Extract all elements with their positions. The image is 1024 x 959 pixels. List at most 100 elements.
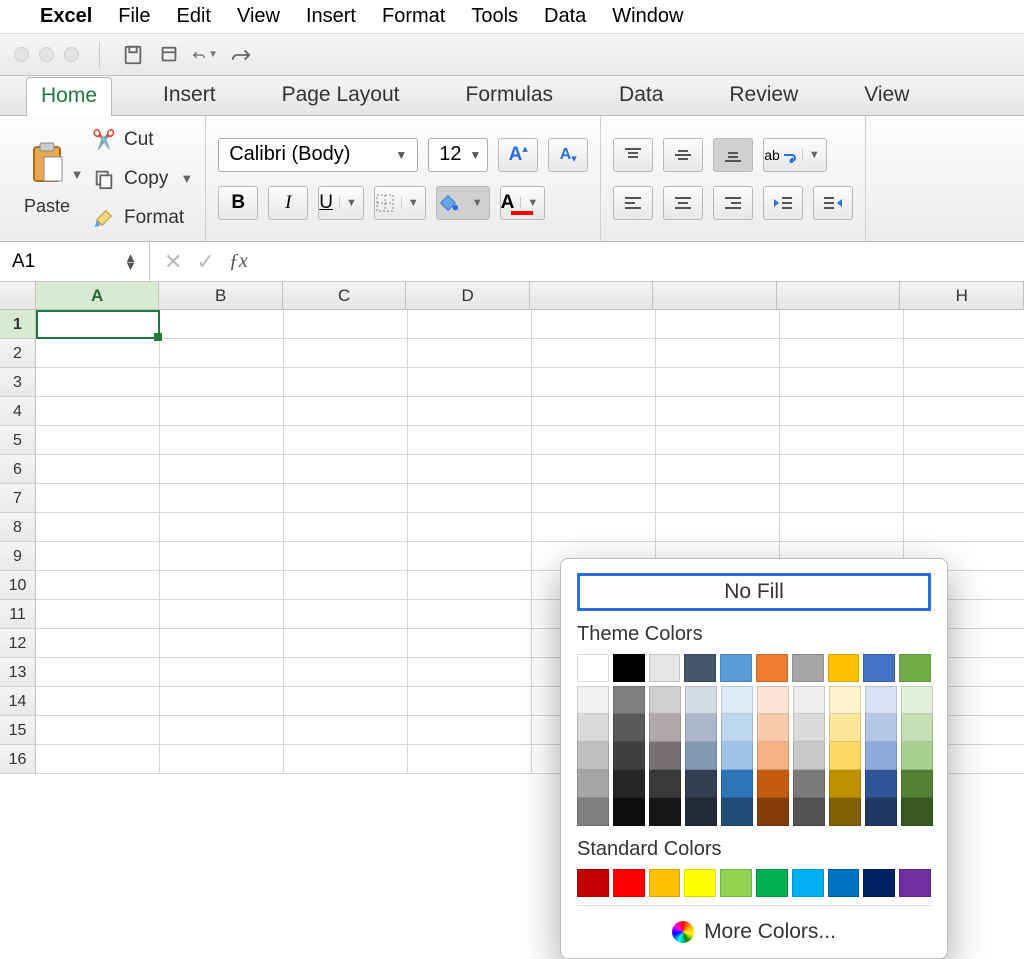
color-swatch[interactable] <box>577 742 609 770</box>
cell[interactable] <box>36 629 160 658</box>
cell[interactable] <box>160 426 284 455</box>
row-header[interactable]: 6 <box>0 455 36 484</box>
color-swatch[interactable] <box>720 654 752 682</box>
color-swatch[interactable] <box>865 770 897 798</box>
row-header[interactable]: 8 <box>0 513 36 542</box>
tab-home[interactable]: Home <box>26 77 112 116</box>
cell[interactable] <box>532 310 656 339</box>
color-swatch[interactable] <box>899 654 931 682</box>
cell[interactable] <box>36 571 160 600</box>
color-swatch[interactable] <box>577 654 609 682</box>
decrease-font-button[interactable]: A▾ <box>548 138 588 172</box>
cell[interactable] <box>408 571 532 600</box>
row-header[interactable]: 3 <box>0 368 36 397</box>
cell[interactable] <box>408 687 532 716</box>
zoom-window-button[interactable] <box>64 47 79 62</box>
confirm-formula-icon[interactable]: ✓ <box>196 249 214 275</box>
cell[interactable] <box>284 426 408 455</box>
cell[interactable] <box>36 542 160 571</box>
cell[interactable] <box>160 455 284 484</box>
color-swatch[interactable] <box>685 742 717 770</box>
cell[interactable] <box>36 658 160 687</box>
menu-edit[interactable]: Edit <box>177 5 211 28</box>
column-header[interactable]: C <box>283 282 407 309</box>
cell[interactable] <box>160 629 284 658</box>
cell[interactable] <box>904 310 1024 339</box>
color-swatch[interactable] <box>756 654 788 682</box>
cell[interactable] <box>656 368 780 397</box>
cell[interactable] <box>408 716 532 745</box>
cell[interactable] <box>284 368 408 397</box>
color-swatch[interactable] <box>901 770 933 798</box>
row-header[interactable]: 16 <box>0 745 36 774</box>
tab-formulas[interactable]: Formulas <box>451 76 569 115</box>
cell[interactable] <box>408 542 532 571</box>
cell[interactable] <box>284 716 408 745</box>
color-swatch[interactable] <box>865 798 897 826</box>
color-swatch[interactable] <box>684 869 716 897</box>
cell[interactable] <box>284 629 408 658</box>
row-header[interactable]: 5 <box>0 426 36 455</box>
align-center-button[interactable] <box>663 186 703 220</box>
color-swatch[interactable] <box>757 770 789 798</box>
color-swatch[interactable] <box>613 686 645 714</box>
cell[interactable] <box>408 455 532 484</box>
color-swatch[interactable] <box>613 869 645 897</box>
cell[interactable] <box>284 484 408 513</box>
color-swatch[interactable] <box>721 798 753 826</box>
color-swatch[interactable] <box>613 654 645 682</box>
color-swatch[interactable] <box>829 686 861 714</box>
app-menu[interactable]: Excel <box>40 5 92 28</box>
tab-review[interactable]: Review <box>714 76 813 115</box>
wrap-text-button[interactable]: ab▼ <box>763 138 826 172</box>
tab-view[interactable]: View <box>849 76 924 115</box>
color-swatch[interactable] <box>685 798 717 826</box>
column-header[interactable] <box>530 282 654 309</box>
cell[interactable] <box>656 484 780 513</box>
menu-view[interactable]: View <box>237 5 280 28</box>
color-swatch[interactable] <box>649 654 681 682</box>
cell[interactable] <box>656 310 780 339</box>
color-swatch[interactable] <box>685 686 717 714</box>
cell[interactable] <box>36 745 160 774</box>
cell[interactable] <box>160 687 284 716</box>
color-swatch[interactable] <box>577 714 609 742</box>
fx-icon[interactable]: ƒx <box>229 250 248 273</box>
cell[interactable] <box>532 513 656 542</box>
color-swatch[interactable] <box>577 686 609 714</box>
cell[interactable] <box>160 716 284 745</box>
cell[interactable] <box>284 455 408 484</box>
row-header[interactable]: 13 <box>0 658 36 687</box>
row-header[interactable]: 4 <box>0 397 36 426</box>
color-swatch[interactable] <box>757 686 789 714</box>
color-swatch[interactable] <box>757 714 789 742</box>
color-swatch[interactable] <box>649 770 681 798</box>
row-header[interactable]: 10 <box>0 571 36 600</box>
cell[interactable] <box>656 513 780 542</box>
name-box[interactable]: A1 ▲▼ <box>0 242 150 281</box>
cell[interactable] <box>284 745 408 774</box>
column-header[interactable]: D <box>406 282 530 309</box>
cell[interactable] <box>656 339 780 368</box>
cell[interactable] <box>904 339 1024 368</box>
cell[interactable] <box>532 368 656 397</box>
cell[interactable] <box>532 455 656 484</box>
undo-icon[interactable]: ▼ <box>192 42 218 68</box>
cell[interactable] <box>408 745 532 774</box>
column-header[interactable] <box>653 282 777 309</box>
cell[interactable] <box>780 310 904 339</box>
cell[interactable] <box>160 339 284 368</box>
cell[interactable] <box>284 513 408 542</box>
cell[interactable] <box>532 339 656 368</box>
close-window-button[interactable] <box>14 47 29 62</box>
cell[interactable] <box>160 484 284 513</box>
align-left-button[interactable] <box>613 186 653 220</box>
cell[interactable] <box>284 339 408 368</box>
align-top-button[interactable] <box>613 138 653 172</box>
cell[interactable] <box>904 455 1024 484</box>
italic-button[interactable]: I <box>268 186 308 220</box>
cell[interactable] <box>408 310 532 339</box>
cell[interactable] <box>160 513 284 542</box>
underline-button[interactable]: U▼ <box>318 186 364 220</box>
decrease-indent-button[interactable] <box>763 186 803 220</box>
